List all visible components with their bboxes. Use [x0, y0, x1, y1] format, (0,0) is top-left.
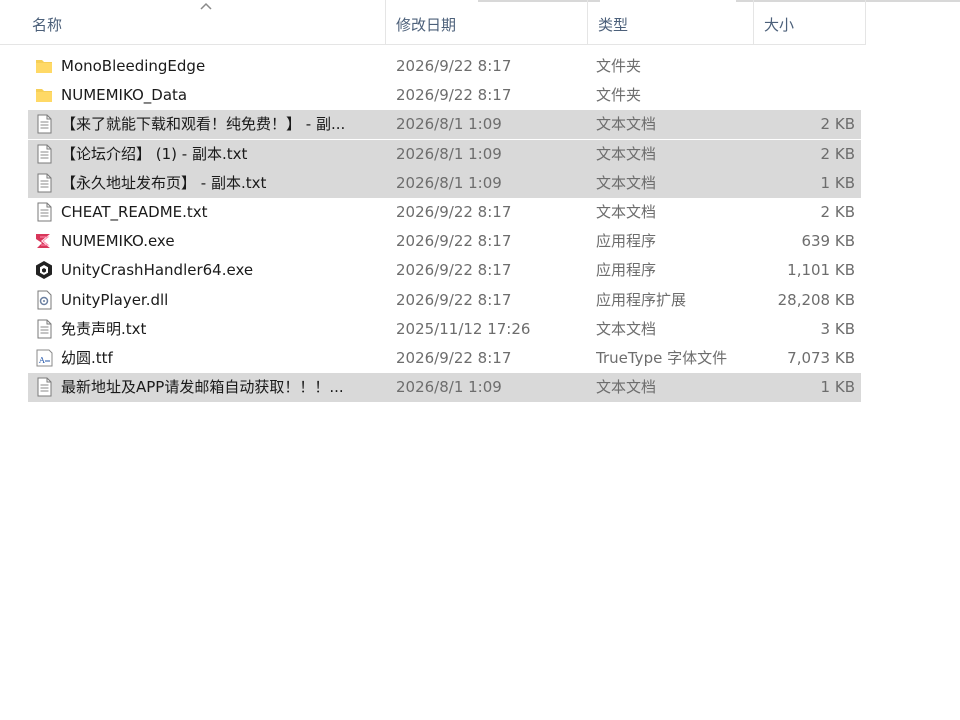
file-name: 【论坛介绍】 (1) - 副本.txt — [61, 144, 248, 163]
file-name: NUMEMIKO.exe — [61, 232, 175, 251]
folder-icon — [34, 56, 54, 76]
text-file-icon — [34, 377, 54, 397]
text-file-icon — [34, 114, 54, 134]
column-header-bar: 名称 修改日期 类型 大小 — [0, 0, 866, 45]
file-name: CHEAT_README.txt — [61, 203, 208, 221]
text-file-icon — [34, 144, 54, 164]
file-size — [728, 81, 855, 110]
dll-gear-icon — [34, 290, 54, 310]
file-date: 2026/8/1 1:09 — [396, 144, 502, 163]
file-name: 最新地址及APP请发邮箱自动获取！！！... — [61, 378, 344, 397]
file-row[interactable]: UnityCrashHandler64.exe 2026/9/22 8:17 应用程… — [28, 256, 861, 285]
file-size: 2 KB — [820, 144, 855, 163]
file-name: 免责声明.txt — [61, 319, 147, 338]
file-size — [728, 52, 855, 81]
file-date: 2026/9/22 8:17 — [396, 86, 512, 105]
file-row[interactable]: NUMEMIKO.exe 2026/9/22 8:17 应用程序 639 KB — [28, 227, 861, 256]
file-row[interactable]: 最新地址及APP请发邮箱自动获取！！！... 2026/8/1 1:09 文本文档 1… — [28, 373, 861, 403]
file-row[interactable]: A 幼圆.ttf 2026/9/22 8:17 TrueType 字体文件 7,073 … — [28, 344, 861, 373]
file-size: 1 KB — [820, 173, 855, 192]
folder-icon — [34, 85, 54, 105]
file-row[interactable]: NUMEMIKO_Data 2026/9/22 8:17 文件夹 — [28, 81, 861, 110]
file-date: 2026/8/1 1:09 — [396, 173, 502, 192]
column-header-size[interactable]: 大小 — [754, 0, 866, 44]
file-date: 2026/8/1 1:09 — [396, 378, 502, 397]
column-header-name[interactable]: 名称 — [22, 0, 386, 44]
file-row[interactable]: 【来了就能下载和观看！纯免费！】 - 副... 2026/8/1 1:09 文本文档… — [28, 110, 861, 140]
file-date: 2026/9/22 8:17 — [396, 261, 512, 280]
column-header-date[interactable]: 修改日期 — [386, 0, 588, 44]
file-size: 3 KB — [820, 319, 855, 338]
file-name: UnityCrashHandler64.exe — [61, 261, 254, 280]
unity-icon — [34, 260, 54, 280]
file-row[interactable]: 免责声明.txt 2025/11/12 17:26 文本文档 3 KB — [28, 315, 861, 344]
file-date: 2026/9/22 8:17 — [396, 232, 512, 251]
font-file-icon: A — [34, 348, 54, 368]
file-name: NUMEMIKO_Data — [61, 86, 188, 105]
app-exe-icon — [34, 231, 54, 251]
svg-text:A: A — [38, 356, 45, 365]
file-date: 2026/9/22 8:17 — [396, 290, 512, 309]
file-size: 1 KB — [820, 378, 855, 397]
file-row[interactable]: 【永久地址发布页】 - 副本.txt 2026/8/1 1:09 文本文档 1 KB — [28, 168, 861, 198]
file-row[interactable]: UnityPlayer.dll 2026/9/22 8:17 应用程序扩展 28,20… — [28, 286, 861, 315]
file-size: 2 KB — [820, 115, 855, 134]
text-file-icon — [34, 173, 54, 193]
file-name: 幼圆.ttf — [61, 349, 113, 367]
file-date: 2026/9/22 8:17 — [396, 203, 512, 221]
file-size: 28,208 KB — [777, 290, 855, 309]
file-size: 639 KB — [801, 232, 855, 251]
column-header-type[interactable]: 类型 — [588, 0, 754, 44]
file-name: MonoBleedingEdge — [61, 57, 206, 75]
file-name: 【来了就能下载和观看！纯免费！】 - 副... — [61, 115, 346, 134]
file-row[interactable]: MonoBleedingEdge 2026/9/22 8:17 文件夹 — [28, 52, 861, 81]
file-size: 1,101 KB — [787, 261, 855, 280]
file-size: 2 KB — [820, 203, 855, 221]
file-name: UnityPlayer.dll — [61, 290, 169, 309]
file-date: 2026/8/1 1:09 — [396, 115, 502, 134]
text-file-icon — [34, 319, 54, 339]
file-date: 2025/11/12 17:26 — [396, 319, 531, 338]
file-row[interactable]: CHEAT_README.txt 2026/9/22 8:17 文本文档 2 KB — [28, 198, 861, 227]
file-date: 2026/9/22 8:17 — [396, 57, 512, 75]
file-row[interactable]: 【论坛介绍】 (1) - 副本.txt 2026/8/1 1:09 文本文档 2 KB — [28, 139, 861, 169]
file-size: 7,073 KB — [787, 349, 855, 367]
file-date: 2026/9/22 8:17 — [396, 349, 512, 367]
text-file-icon — [34, 202, 54, 222]
file-name: 【永久地址发布页】 - 副本.txt — [61, 173, 267, 192]
